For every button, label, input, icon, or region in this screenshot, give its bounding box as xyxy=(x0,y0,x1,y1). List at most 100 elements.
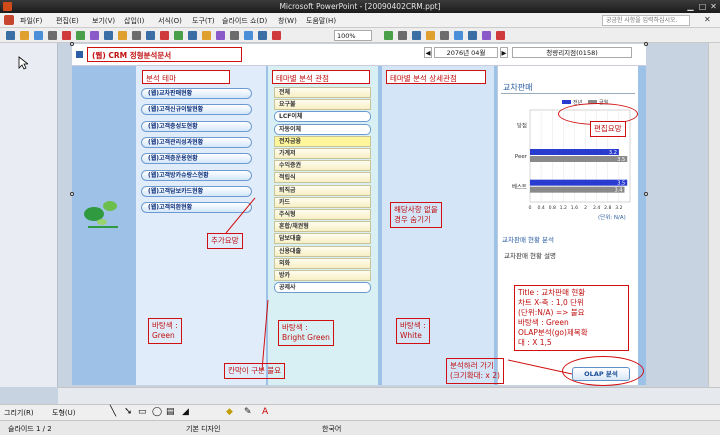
arrow-tool-icon[interactable]: ➘ xyxy=(124,406,132,417)
save-icon[interactable] xyxy=(34,31,43,40)
slide-icon[interactable] xyxy=(440,31,449,40)
chart-icon[interactable] xyxy=(244,31,253,40)
close-icon[interactable]: ✕ xyxy=(709,2,718,11)
grid-icon[interactable] xyxy=(398,31,407,40)
open-icon[interactable] xyxy=(20,31,29,40)
ruler-icon[interactable] xyxy=(426,31,435,40)
perspective-item[interactable]: 신용대출 xyxy=(274,245,371,257)
selection-handle[interactable] xyxy=(70,192,74,196)
theme-item[interactable]: (웹)고객신규이탈현황 xyxy=(141,104,252,116)
table-icon[interactable] xyxy=(230,31,239,40)
preview-icon[interactable] xyxy=(90,31,99,40)
print-icon[interactable] xyxy=(76,31,85,40)
cut-icon[interactable] xyxy=(132,31,141,40)
new-icon[interactable] xyxy=(6,31,15,40)
theme-item[interactable]: (웹)고객외환현황 xyxy=(141,202,252,214)
color-icon[interactable] xyxy=(384,31,393,40)
chart-unit: (단위: N/A) xyxy=(598,215,626,221)
zoom-select[interactable]: 100% xyxy=(334,30,372,41)
paste-icon[interactable] xyxy=(160,31,169,40)
perspective-item[interactable]: 담보대출 xyxy=(274,233,371,245)
fill-color-icon[interactable]: ◆ xyxy=(226,407,233,417)
perspective-item[interactable]: 자동이체 xyxy=(274,123,371,135)
perspective-item[interactable]: 수익증권 xyxy=(274,160,371,172)
hyperlink-icon[interactable] xyxy=(216,31,225,40)
picture-icon[interactable] xyxy=(258,31,267,40)
doc-close-icon[interactable]: ✕ xyxy=(704,15,711,24)
note-add-needed: 추가요망 xyxy=(207,233,243,249)
menu-item[interactable]: 서식(O) xyxy=(158,16,182,26)
bar-Peer-금월 xyxy=(530,156,628,162)
perspective-item[interactable]: 퇴직금 xyxy=(274,184,371,196)
minimize-icon[interactable]: ▁ xyxy=(686,2,695,11)
theme-item[interactable]: (웹)교차판매현황 xyxy=(141,88,252,99)
status-slide: 슬라이드 1 / 2 xyxy=(8,425,52,433)
prev-month-icon[interactable]: ◀ xyxy=(424,47,432,58)
ellipse-tool-icon[interactable]: ◯ xyxy=(152,407,162,417)
menu-item[interactable]: 보기(V) xyxy=(92,16,115,26)
panel-subtitle: 교차판매 현황 분석 xyxy=(502,236,554,244)
spelling-icon[interactable] xyxy=(104,31,113,40)
note-bg-white: 바탕색 : White xyxy=(396,318,430,344)
perspective-item[interactable]: 적립식 xyxy=(274,172,371,184)
perspective-item[interactable]: 방카 xyxy=(274,270,371,281)
selection-handle[interactable] xyxy=(644,42,648,46)
menu-item[interactable]: 파일(F) xyxy=(20,16,42,26)
expand-icon[interactable] xyxy=(412,31,421,40)
note-divider: 칸막이 구분 불요 xyxy=(224,363,286,379)
help-icon[interactable] xyxy=(468,31,477,40)
line-tool-icon[interactable]: ╲ xyxy=(110,406,116,417)
email-icon[interactable] xyxy=(62,31,71,40)
perspective-item[interactable]: 전체 xyxy=(274,87,371,98)
help-search-input[interactable] xyxy=(602,15,690,26)
font-color-icon[interactable]: A xyxy=(262,407,268,417)
theme-item[interactable]: (웹)고객충성도현황 xyxy=(141,120,252,132)
menu-item[interactable]: 창(W) xyxy=(278,16,297,26)
perspective-item[interactable]: 주식형 xyxy=(274,209,371,220)
slide-pane[interactable] xyxy=(0,43,58,387)
next-month-icon[interactable]: ▶ xyxy=(500,47,508,58)
perspective-item[interactable]: 가계저 xyxy=(274,148,371,159)
line-color-icon[interactable]: ✎ xyxy=(244,407,252,417)
vertical-scrollbar[interactable] xyxy=(708,43,720,387)
wordart-icon[interactable]: ◢ xyxy=(182,407,189,417)
bar-value-label: 3.2 xyxy=(609,150,617,156)
draw-menu[interactable]: 그리기(R) xyxy=(4,408,34,418)
perspective-item[interactable]: 혼합/채권형 xyxy=(274,221,371,233)
perspective-item[interactable]: LCF이체 xyxy=(274,111,371,123)
menu-item[interactable]: 삽입(I) xyxy=(124,16,144,26)
note-edit-needed: 편집요망 xyxy=(590,121,626,137)
theme-item[interactable]: (웹)고객담보카드현황 xyxy=(141,185,252,197)
perspective-item[interactable]: 카드 xyxy=(274,196,371,208)
selection-handle[interactable] xyxy=(70,42,74,46)
perspective-item[interactable]: 외화 xyxy=(274,257,371,269)
research-icon[interactable] xyxy=(118,31,127,40)
menu-item[interactable]: 도움말(H) xyxy=(306,16,336,26)
perspective-item[interactable]: 전자금융 xyxy=(274,135,371,147)
header-bullet-icon xyxy=(76,51,83,58)
permission-icon[interactable] xyxy=(48,31,57,40)
menu-item[interactable]: 슬라이드 쇼(D) xyxy=(222,16,267,26)
perspective-item[interactable]: 공제사 xyxy=(274,282,371,294)
font-icon[interactable] xyxy=(482,31,491,40)
undo-icon[interactable] xyxy=(188,31,197,40)
theme-item[interactable]: (웹)고객관리성과현황 xyxy=(141,136,252,148)
align-icon[interactable] xyxy=(454,31,463,40)
menu-item[interactable]: 편집(E) xyxy=(56,16,79,26)
copy-icon[interactable] xyxy=(146,31,155,40)
redo-icon[interactable] xyxy=(202,31,211,40)
branch-select[interactable]: 청량리지점(0158) xyxy=(512,47,632,58)
theme-item[interactable]: (웹)고객층운용현황 xyxy=(141,153,252,165)
bold-icon[interactable] xyxy=(496,31,505,40)
textbox-tool-icon[interactable]: ▤ xyxy=(166,407,175,417)
horizontal-scrollbar[interactable] xyxy=(58,387,720,404)
shapes-menu[interactable]: 도형(U) xyxy=(52,408,75,418)
selection-handle[interactable] xyxy=(644,192,648,196)
perspective-item[interactable]: 요구불 xyxy=(274,99,371,111)
rectangle-tool-icon[interactable]: ▭ xyxy=(138,407,147,417)
theme-item[interactable]: (웹)고객방카슈랑스현황 xyxy=(141,169,252,181)
format-painter-icon[interactable] xyxy=(174,31,183,40)
shape-icon[interactable] xyxy=(272,31,281,40)
menu-item[interactable]: 도구(T) xyxy=(192,16,215,26)
maximize-icon[interactable]: □ xyxy=(698,2,707,11)
